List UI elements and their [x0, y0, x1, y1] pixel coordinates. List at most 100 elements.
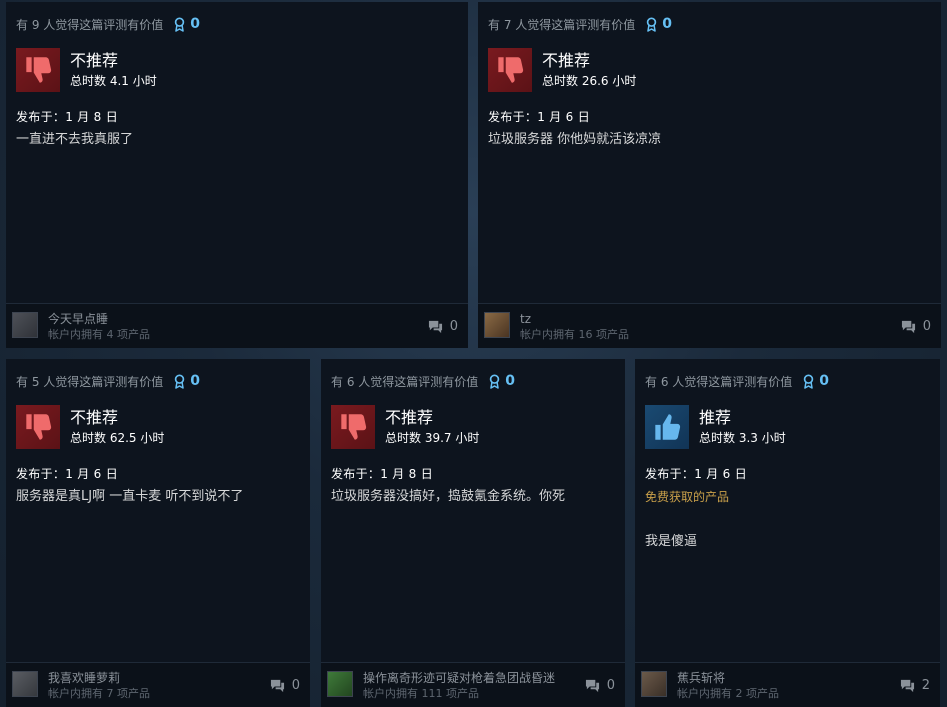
thumbs-down-icon: [16, 405, 60, 449]
helpful-text: 有 6 人觉得这篇评测有价值: [645, 374, 793, 389]
hours-played: 总时数 39.7 小时: [385, 431, 480, 445]
author-name[interactable]: tz: [520, 311, 900, 327]
hours-played: 总时数 3.3 小时: [699, 431, 786, 445]
products-owned: 帐户内拥有 111 项产品: [363, 686, 479, 700]
avatar[interactable]: [12, 312, 38, 338]
award-count: 0: [662, 16, 673, 32]
review-body: 有 6 人觉得这篇评测有价值 0 不推荐 总时数 39.7 小时 发布于：1 月…: [321, 359, 625, 662]
review-card: 有 6 人觉得这篇评测有价值 0 推荐 总时数 3.3 小时 发布于：1 月 6…: [635, 359, 940, 707]
author-name[interactable]: 操作离奇形迹可疑对枪着急团战昏迷: [363, 670, 584, 686]
author-name[interactable]: 蕉兵斩将: [677, 670, 899, 686]
comment-count: 0: [449, 318, 458, 334]
thumbs-up-icon: [645, 405, 689, 449]
products-owned: 帐户内拥有 16 项产品: [520, 327, 629, 341]
review-card: 有 9 人觉得这篇评测有价值 0 不推荐 总时数 4.1 小时 发布于：1 月 …: [6, 2, 468, 348]
author-name[interactable]: 我喜欢睡萝莉: [48, 670, 269, 686]
award-icon: [488, 374, 501, 389]
comment-icon: [269, 678, 286, 693]
review-card: 有 5 人觉得这篇评测有价值 0 不推荐 总时数 62.5 小时 发布于：1 月…: [6, 359, 310, 707]
thumbs-down-icon: [16, 48, 60, 92]
verdict: 不推荐: [70, 51, 119, 70]
helpful-count: 有 6 人觉得这篇评测有价值 0: [331, 371, 615, 391]
review-title[interactable]: 不推荐 总时数 4.1 小时: [16, 48, 458, 92]
posted-date: 发布于：1 月 8 日: [16, 110, 119, 124]
review-content: 一直进不去我真服了: [16, 132, 134, 147]
review-title[interactable]: 不推荐 总时数 26.6 小时: [488, 48, 931, 92]
award-count: 0: [505, 373, 516, 389]
verdict: 不推荐: [70, 408, 119, 427]
award-button[interactable]: 0: [645, 16, 672, 32]
review-title[interactable]: 不推荐 总时数 62.5 小时: [16, 405, 300, 449]
avatar[interactable]: [12, 671, 38, 697]
helpful-count: 有 7 人觉得这篇评测有价值 0: [488, 14, 931, 34]
posted-date: 发布于：1 月 6 日: [16, 467, 119, 481]
helpful-text: 有 6 人觉得这篇评测有价值: [331, 374, 479, 389]
products-owned: 帐户内拥有 7 项产品: [48, 686, 150, 700]
hours-played: 总时数 4.1 小时: [70, 74, 157, 88]
comments-link[interactable]: 0: [269, 678, 300, 693]
review-body: 有 6 人觉得这篇评测有价值 0 推荐 总时数 3.3 小时 发布于：1 月 6…: [635, 359, 940, 662]
helpful-text: 有 5 人觉得这篇评测有价值: [16, 374, 164, 389]
award-button[interactable]: 0: [488, 373, 515, 389]
review-content: 服务器是真LJ啊 一直卡麦 听不到说不了: [16, 489, 244, 504]
products-owned: 帐户内拥有 2 项产品: [677, 686, 779, 700]
comment-icon: [899, 678, 916, 693]
award-icon: [173, 374, 186, 389]
review-footer: tz 帐户内拥有 16 项产品 0: [478, 303, 941, 348]
review-footer: 我喜欢睡萝莉 帐户内拥有 7 项产品 0: [6, 662, 310, 707]
comment-count: 0: [606, 677, 615, 693]
avatar[interactable]: [641, 671, 667, 697]
review-footer: 今天早点睡 帐户内拥有 4 项产品 0: [6, 303, 468, 348]
posted-date: 发布于：1 月 8 日: [331, 467, 434, 481]
review-body: 有 9 人觉得这篇评测有价值 0 不推荐 总时数 4.1 小时 发布于：1 月 …: [6, 2, 468, 303]
hours-played: 总时数 62.5 小时: [70, 431, 165, 445]
review-body: 有 5 人觉得这篇评测有价值 0 不推荐 总时数 62.5 小时 发布于：1 月…: [6, 359, 310, 662]
avatar[interactable]: [484, 312, 510, 338]
comments-link[interactable]: 2: [899, 678, 930, 693]
helpful-count: 有 9 人觉得这篇评测有价值 0: [16, 14, 458, 34]
review-content: 我是傻逼: [645, 534, 698, 549]
author-name[interactable]: 今天早点睡: [48, 311, 427, 327]
review-body: 有 7 人觉得这篇评测有价值 0 不推荐 总时数 26.6 小时 发布于：1 月…: [478, 2, 941, 303]
products-owned: 帐户内拥有 4 项产品: [48, 327, 150, 341]
award-icon: [173, 17, 186, 32]
avatar[interactable]: [327, 671, 353, 697]
comments-link[interactable]: 0: [900, 319, 931, 334]
comment-icon: [427, 319, 444, 334]
free-product-note: 免费获取的产品: [645, 490, 730, 504]
comment-count: 2: [921, 677, 930, 693]
posted-date: 发布于：1 月 6 日: [645, 467, 748, 481]
award-count: 0: [190, 373, 201, 389]
review-title[interactable]: 推荐 总时数 3.3 小时: [645, 405, 930, 449]
comments-link[interactable]: 0: [427, 319, 458, 334]
review-card: 有 7 人觉得这篇评测有价值 0 不推荐 总时数 26.6 小时 发布于：1 月…: [478, 2, 941, 348]
verdict: 不推荐: [385, 408, 434, 427]
award-count: 0: [819, 373, 830, 389]
award-button[interactable]: 0: [173, 373, 200, 389]
helpful-count: 有 6 人觉得这篇评测有价值 0: [645, 371, 930, 391]
thumbs-down-icon: [488, 48, 532, 92]
helpful-text: 有 9 人觉得这篇评测有价值: [16, 17, 164, 32]
award-count: 0: [190, 16, 201, 32]
review-content: 垃圾服务器没搞好，捣鼓氪金系统。你死: [331, 489, 566, 504]
comments-link[interactable]: 0: [584, 678, 615, 693]
review-footer: 蕉兵斩将 帐户内拥有 2 项产品 2: [635, 662, 940, 707]
review-footer: 操作离奇形迹可疑对枪着急团战昏迷 帐户内拥有 111 项产品 0: [321, 662, 625, 707]
posted-date: 发布于：1 月 6 日: [488, 110, 591, 124]
review-title[interactable]: 不推荐 总时数 39.7 小时: [331, 405, 615, 449]
award-icon: [645, 17, 658, 32]
review-card: 有 6 人觉得这篇评测有价值 0 不推荐 总时数 39.7 小时 发布于：1 月…: [321, 359, 625, 707]
helpful-count: 有 5 人觉得这篇评测有价值 0: [16, 371, 300, 391]
comment-count: 0: [291, 677, 300, 693]
verdict: 不推荐: [542, 51, 591, 70]
thumbs-down-icon: [331, 405, 375, 449]
comment-icon: [900, 319, 917, 334]
award-button[interactable]: 0: [802, 373, 829, 389]
helpful-text: 有 7 人觉得这篇评测有价值: [488, 17, 636, 32]
hours-played: 总时数 26.6 小时: [542, 74, 637, 88]
award-icon: [802, 374, 815, 389]
review-content: 垃圾服务器 你他妈就活该凉凉: [488, 132, 662, 147]
award-button[interactable]: 0: [173, 16, 200, 32]
verdict: 推荐: [699, 408, 732, 427]
comment-count: 0: [922, 318, 931, 334]
